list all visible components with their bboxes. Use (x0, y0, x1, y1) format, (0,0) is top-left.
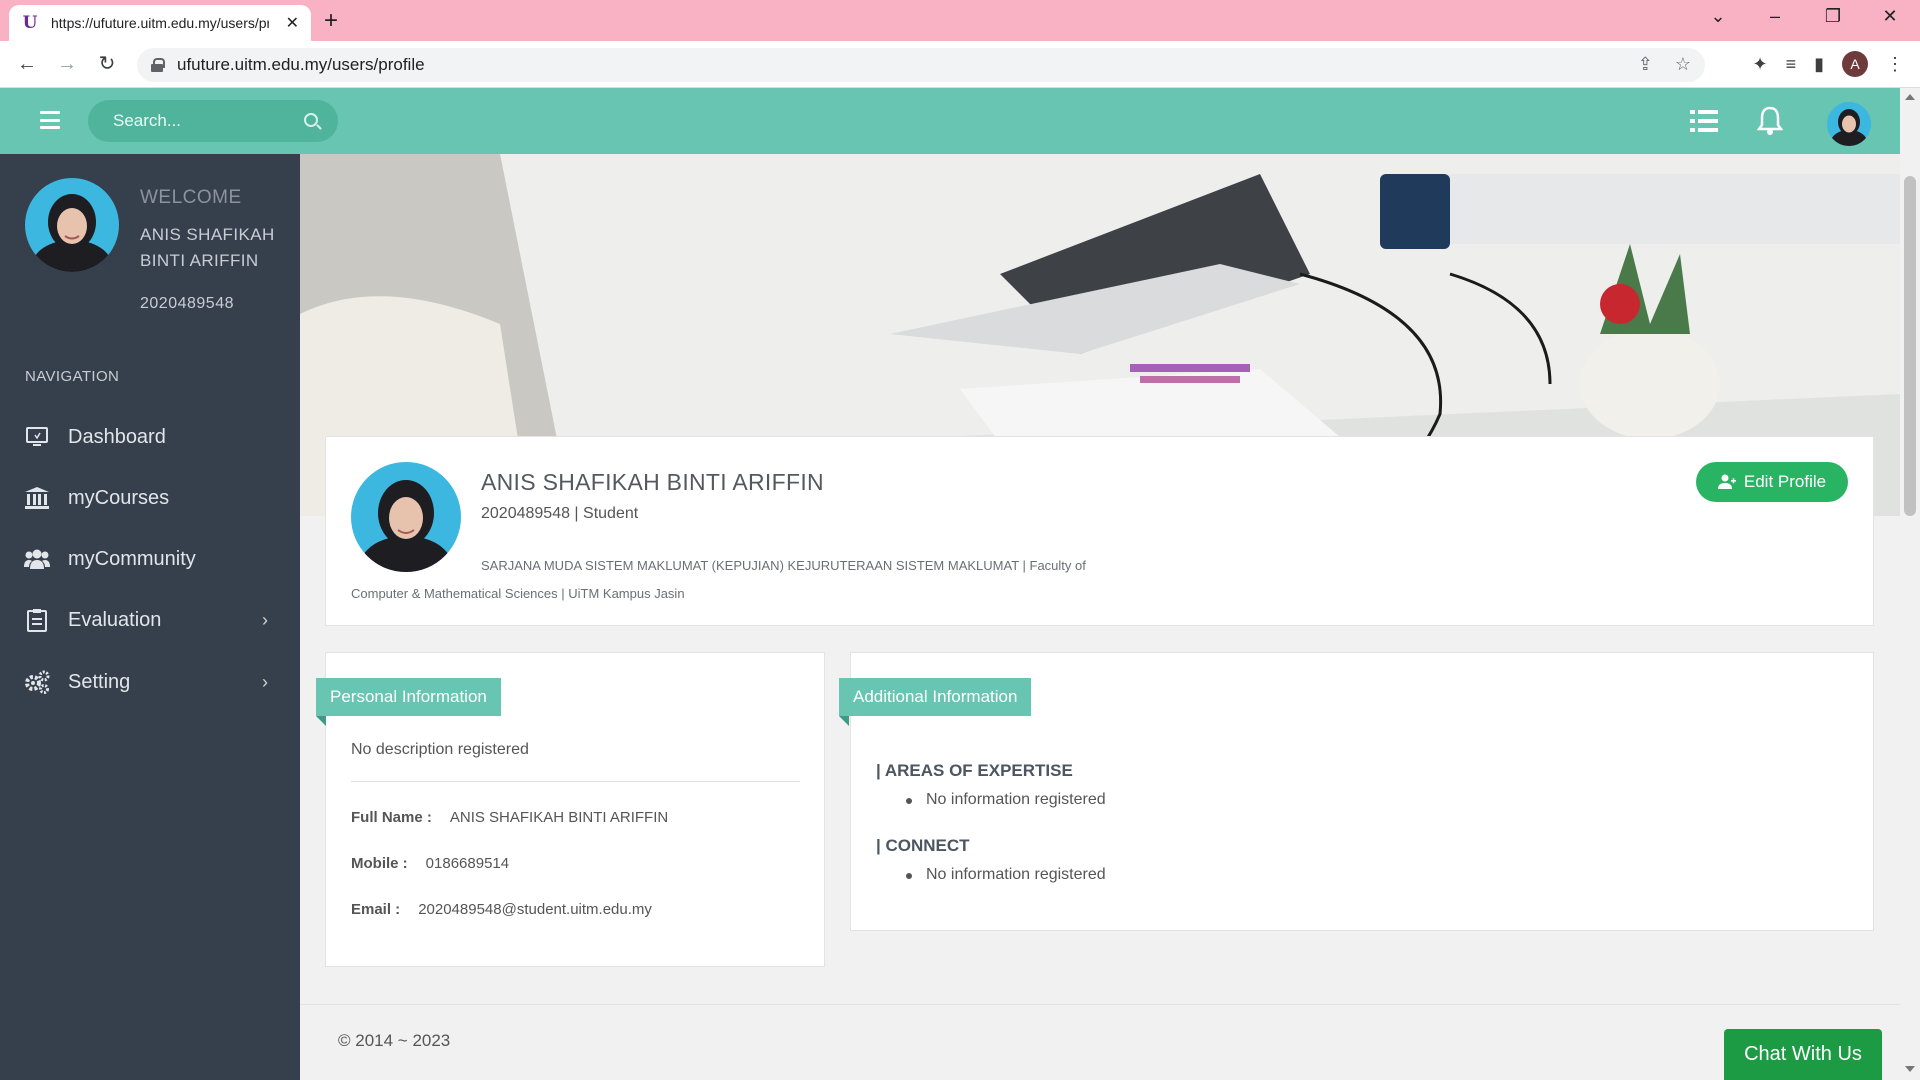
areas-of-expertise-heading: | AREAS OF EXPERTISE (876, 761, 1073, 780)
app-header (0, 88, 1900, 154)
chevron-right-icon: › (262, 671, 268, 692)
sidebar-item-label: Dashboard (68, 425, 166, 448)
email-value: 2020489548@student.uitm.edu.my (418, 901, 652, 918)
page-scrollbar[interactable] (1900, 88, 1920, 1080)
forward-icon[interactable]: → (53, 51, 81, 77)
copyright-text: © 2014 ~ 2023 (338, 1031, 451, 1050)
mobile-value: 0186689514 (425, 855, 510, 872)
personal-information-card: Personal Information No description regi… (316, 652, 825, 967)
browser-profile-avatar[interactable]: A (1842, 51, 1868, 77)
email-row: Email : 2020489548@student.uitm.edu.my (351, 901, 652, 918)
back-icon[interactable]: ← (13, 51, 41, 77)
list-item: No information registered (906, 791, 1106, 808)
additional-information-card: Additional Information | AREAS OF EXPERT… (839, 652, 1874, 931)
nav-heading: NAVIGATION (25, 368, 120, 385)
full-name-row: Full Name : ANIS SHAFIKAH BINTI ARIFFIN (351, 809, 668, 826)
header-avatar[interactable] (1827, 102, 1871, 146)
gears-icon (24, 669, 50, 695)
mobile-label: Mobile : (351, 855, 408, 872)
scroll-up-icon[interactable] (1905, 94, 1915, 100)
media-queue-icon[interactable]: ≡ (1786, 54, 1797, 75)
close-window-icon[interactable]: ✕ (1870, 6, 1910, 27)
search-box (88, 100, 338, 142)
sidebar: WELCOME ANIS SHAFIKAH BINTI ARIFFIN 2020… (0, 154, 300, 1080)
edit-profile-button[interactable]: Edit Profile (1696, 462, 1848, 502)
footer: © 2014 ~ 2023 (300, 1004, 1900, 1080)
sidebar-item-label: Setting (68, 670, 131, 693)
reload-icon[interactable]: ↻ (93, 51, 121, 77)
search-icon[interactable] (304, 113, 318, 127)
edit-profile-label: Edit Profile (1743, 472, 1827, 491)
minimize-icon[interactable]: – (1755, 6, 1795, 27)
scrollbar-thumb[interactable] (1904, 176, 1916, 516)
email-label: Email : (351, 901, 401, 918)
menu-icon[interactable] (40, 111, 60, 129)
profile-summary-card: ANIS SHAFIKAH BINTI ARIFFIN 2020489548 |… (325, 436, 1874, 626)
full-name-value: ANIS SHAFIKAH BINTI ARIFFIN (449, 809, 669, 826)
profile-program: SARJANA MUDA SISTEM MAKLUMAT (KEPUJIAN) … (351, 558, 1086, 601)
list-icon[interactable] (1690, 109, 1718, 133)
monitor-icon (24, 424, 50, 450)
list-item: No information registered (906, 866, 1106, 883)
browser-tab[interactable]: U https://ufuture.uitm.edu.my/users/prof… (9, 5, 311, 41)
sidebar-item-label: myCommunity (68, 547, 196, 570)
profile-name: ANIS SHAFIKAH BINTI ARIFFIN (481, 469, 824, 495)
restore-icon[interactable]: ❐ (1813, 6, 1853, 27)
sidebar-item-label: Evaluation (68, 608, 162, 631)
extensions-icon[interactable]: ✦ (1752, 54, 1767, 75)
full-name-label: Full Name : (351, 809, 432, 826)
sidebar-item-mycommunity[interactable]: myCommunity (0, 534, 300, 584)
tab-search-icon[interactable]: ⌄ (1698, 6, 1738, 27)
tab-title: https://ufuture.uitm.edu.my/users/profil… (51, 15, 269, 31)
institution-icon (24, 485, 50, 511)
user-plus-icon (1717, 474, 1736, 489)
address-bar[interactable]: ufuture.uitm.edu.my/users/profile ⇪ ☆ (137, 48, 1705, 82)
tab-close-icon[interactable]: ✕ (286, 13, 299, 33)
divider (351, 781, 800, 782)
mobile-row: Mobile : 0186689514 (351, 855, 509, 872)
browser-tab-bar: U https://ufuture.uitm.edu.my/users/prof… (0, 0, 1920, 41)
personal-information-ribbon: Personal Information (316, 678, 501, 726)
additional-information-ribbon: Additional Information (839, 678, 1032, 726)
chat-with-us-button[interactable]: Chat With Us (1724, 1029, 1882, 1080)
sidebar-avatar (25, 178, 119, 272)
sidebar-user-id: 2020489548 (140, 295, 234, 312)
bookmark-star-icon[interactable]: ☆ (1675, 54, 1691, 75)
share-icon[interactable]: ⇪ (1638, 54, 1653, 75)
clipboard-icon (24, 607, 50, 633)
connect-heading: | CONNECT (876, 836, 970, 855)
new-tab-icon[interactable]: + (324, 8, 338, 34)
sidebar-item-label: myCourses (68, 486, 170, 509)
sidebar-item-dashboard[interactable]: Dashboard (0, 412, 300, 462)
search-input[interactable] (113, 111, 293, 131)
sidebar-user-name: ANIS SHAFIKAH BINTI ARIFFIN (140, 225, 275, 270)
chevron-right-icon: › (262, 609, 268, 630)
users-icon (24, 546, 50, 572)
browser-menu-icon[interactable]: ⋮ (1886, 54, 1904, 75)
sidebar-item-evaluation[interactable]: Evaluation › (0, 595, 300, 645)
profile-description: No description registered (351, 741, 529, 758)
bell-icon[interactable] (1757, 106, 1783, 136)
profile-id-role: 2020489548 | Student (481, 505, 639, 522)
welcome-label: WELCOME (140, 187, 242, 208)
browser-toolbar: ← → ↻ ufuture.uitm.edu.my/users/profile … (0, 41, 1920, 88)
sidebar-item-setting[interactable]: Setting › (0, 657, 300, 707)
lock-icon[interactable] (151, 58, 165, 72)
sidebar-item-mycourses[interactable]: myCourses (0, 473, 300, 523)
address-url[interactable]: ufuture.uitm.edu.my/users/profile (177, 55, 425, 75)
site-favicon-icon: U (22, 13, 38, 33)
scroll-down-icon[interactable] (1905, 1066, 1915, 1072)
side-panel-icon[interactable]: ▮ (1814, 54, 1824, 75)
